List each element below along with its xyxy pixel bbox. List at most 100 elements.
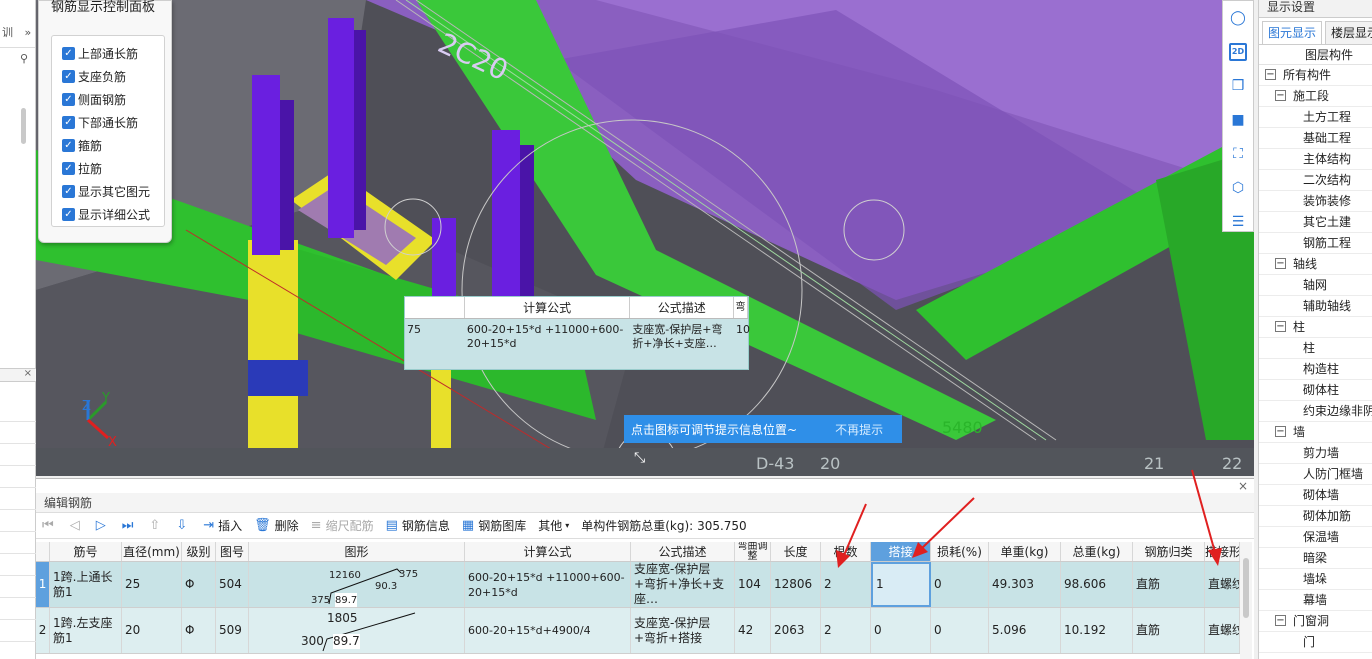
tab-floor-display[interactable]: 楼层显示 [1325, 21, 1372, 44]
move-down-button[interactable]: ⇩ [176, 518, 191, 533]
chevron-right-icon[interactable]: » [25, 26, 32, 39]
layer-tree-item[interactable]: 钢筋工程 [1259, 233, 1372, 254]
dont-show-again-link[interactable]: 不再提示 [835, 421, 883, 438]
layer-tree-item[interactable]: 构造柱 [1259, 359, 1372, 380]
unit-weight-cell[interactable]: 49.303 [989, 562, 1061, 607]
left-panel-splitter[interactable]: × [0, 368, 36, 382]
3d-box-icon[interactable]: ❒ [1223, 69, 1253, 103]
layer-tree-item[interactable]: − 墙 [1259, 422, 1372, 443]
bar-no-cell[interactable]: 1跨.左支座筋1 [50, 608, 122, 653]
collapse-toggle-icon[interactable]: − [1265, 69, 1276, 80]
length-cell[interactable]: 12806 [771, 562, 821, 607]
option-stirrup[interactable]: ✓ 箍筋 [52, 134, 164, 157]
layer-tree-item[interactable]: 砌体加筋 [1259, 506, 1372, 527]
category-cell[interactable]: 直筋 [1133, 562, 1205, 607]
left-scrollbar[interactable] [21, 108, 26, 144]
count-cell[interactable]: 2 [821, 608, 871, 653]
next-record-button[interactable]: ▷ [96, 518, 110, 533]
bend-cell[interactable]: 42 [735, 608, 771, 653]
checkbox-icon[interactable]: ✓ [62, 93, 75, 106]
layer-tree-item[interactable]: 砌体柱 [1259, 380, 1372, 401]
first-record-button[interactable]: ⏮ [42, 518, 58, 533]
close-icon[interactable]: × [24, 368, 32, 379]
shape-cell[interactable]: 12160 375 90.3 375 89.7 [249, 562, 465, 607]
checkbox-icon[interactable]: ✓ [62, 116, 75, 129]
figure-no-cell[interactable]: 509 [216, 608, 249, 653]
table-row[interactable]: 1 1跨.上通长筋1 25 Φ 504 12160 375 90.3 375 8… [36, 562, 1240, 608]
last-record-button[interactable]: ⏭ [122, 518, 138, 533]
total-weight-cell[interactable]: 10.192 [1061, 608, 1133, 653]
figure-no-cell[interactable]: 504 [216, 562, 249, 607]
layer-tree-item[interactable]: − 施工段 [1259, 86, 1372, 107]
close-icon[interactable]: × [1238, 479, 1248, 493]
insert-button[interactable]: ⇥ 插入 [203, 517, 242, 534]
description-cell[interactable]: 支座宽-保护层+弯折+搭接 [631, 608, 735, 653]
other-dropdown[interactable]: 其他 ▾ [538, 517, 569, 534]
table-row[interactable]: 2 1跨.左支座筋1 20 Φ 509 1805 300 89.7 600-20… [36, 608, 1240, 654]
layer-tree-item[interactable]: 幕墙 [1259, 590, 1372, 611]
layer-list-icon[interactable]: ☰ [1223, 205, 1253, 239]
option-support-negative[interactable]: ✓ 支座负筋 [52, 65, 164, 88]
collapse-toggle-icon[interactable]: − [1275, 90, 1286, 101]
layer-tree-item[interactable]: − 门窗洞 [1259, 611, 1372, 632]
layer-tree-item[interactable]: − 轴线 [1259, 254, 1372, 275]
layer-tree-item[interactable]: 门 [1259, 632, 1372, 653]
total-weight-cell[interactable]: 98.606 [1061, 562, 1133, 607]
layer-tree-item[interactable]: 基础工程 [1259, 128, 1372, 149]
option-show-other-elements[interactable]: ✓ 显示其它图元 [52, 180, 164, 203]
layer-tree-item[interactable]: 柱 [1259, 338, 1372, 359]
count-cell[interactable]: 2 [821, 562, 871, 607]
tab-element-display[interactable]: 图元显示 [1262, 21, 1323, 44]
collapse-icon[interactable]: ⤡ [634, 450, 645, 466]
option-bottom-continuous[interactable]: ✓ 下部通长筋 [52, 111, 164, 134]
rebar-library-button[interactable]: ▦ 钢筋图库 [462, 517, 526, 534]
solid-view-icon[interactable]: ■ [1223, 103, 1253, 137]
loss-cell[interactable]: 0 [931, 608, 989, 653]
grade-cell[interactable]: Φ [182, 562, 216, 607]
checkbox-icon[interactable]: ✓ [62, 208, 75, 221]
formula-cell[interactable]: 600-20+15*d +11000+600-20+15*d [465, 562, 631, 607]
option-side-rebar[interactable]: ✓ 侧面钢筋 [52, 88, 164, 111]
option-top-continuous[interactable]: ✓ 上部通长筋 [52, 42, 164, 65]
layer-tree-item[interactable]: 辅助轴线 [1259, 296, 1372, 317]
diameter-cell[interactable]: 20 [122, 608, 182, 653]
collapse-toggle-icon[interactable]: − [1275, 426, 1286, 437]
category-cell[interactable]: 直筋 [1133, 608, 1205, 653]
grade-cell[interactable]: Φ [182, 608, 216, 653]
layer-tree-item[interactable]: 主体结构 [1259, 149, 1372, 170]
collapse-toggle-icon[interactable]: − [1275, 258, 1286, 269]
unit-weight-cell[interactable]: 5.096 [989, 608, 1061, 653]
checkbox-icon[interactable]: ✓ [62, 70, 75, 83]
select-region-icon[interactable]: ⛶ [1223, 137, 1253, 171]
rebar-info-button[interactable]: ▤ 钢筋信息 [386, 517, 450, 534]
layer-tree-item[interactable]: 人防门框墙 [1259, 464, 1372, 485]
cube-view-icon[interactable]: ⬡ [1223, 171, 1253, 205]
layer-tree-item[interactable]: 装饰装修 [1259, 191, 1372, 212]
loss-cell[interactable]: 0 [931, 562, 989, 607]
checkbox-icon[interactable]: ✓ [62, 162, 75, 175]
option-show-detailed-formula[interactable]: ✓ 显示详细公式 [52, 203, 164, 226]
layer-tree-item[interactable]: 其它土建 [1259, 212, 1372, 233]
layer-tree-item[interactable]: 约束边缘非阴 [1259, 401, 1372, 422]
bend-cell[interactable]: 104 [735, 562, 771, 607]
shape-cell[interactable]: 1805 300 89.7 [249, 608, 465, 653]
checkbox-icon[interactable]: ✓ [62, 185, 75, 198]
formula-cell[interactable]: 600-20+15*d+4900/4 [465, 608, 631, 653]
option-tie[interactable]: ✓ 拉筋 [52, 157, 164, 180]
prev-record-button[interactable]: ◁ [70, 518, 84, 533]
collapse-toggle-icon[interactable]: − [1275, 615, 1286, 626]
scale-rebar-button[interactable]: ≡ 缩尺配筋 [311, 517, 374, 534]
search-icon[interactable]: ⚲ [20, 52, 28, 65]
layer-tree-item[interactable]: 剪力墙 [1259, 443, 1372, 464]
3d-viewport[interactable]: 2C20 Y Z X D-43 20 21 22 5480 ⤡ 钢筋显示控制面板… [36, 0, 1254, 476]
lap-cell[interactable]: 0 [871, 608, 931, 653]
layer-tree-item[interactable]: 墙垛 [1259, 569, 1372, 590]
checkbox-icon[interactable]: ✓ [62, 47, 75, 60]
lap-cell-input[interactable]: 1 [871, 562, 931, 607]
layer-tree-item[interactable]: 暗梁 [1259, 548, 1372, 569]
move-up-button[interactable]: ⇧ [149, 518, 164, 533]
layer-tree-item[interactable]: 保温墙 [1259, 527, 1372, 548]
bar-no-cell[interactable]: 1跨.上通长筋1 [50, 562, 122, 607]
2d-view-button[interactable]: 2D [1223, 35, 1253, 69]
rotate-view-icon[interactable]: ◯ [1223, 1, 1253, 35]
